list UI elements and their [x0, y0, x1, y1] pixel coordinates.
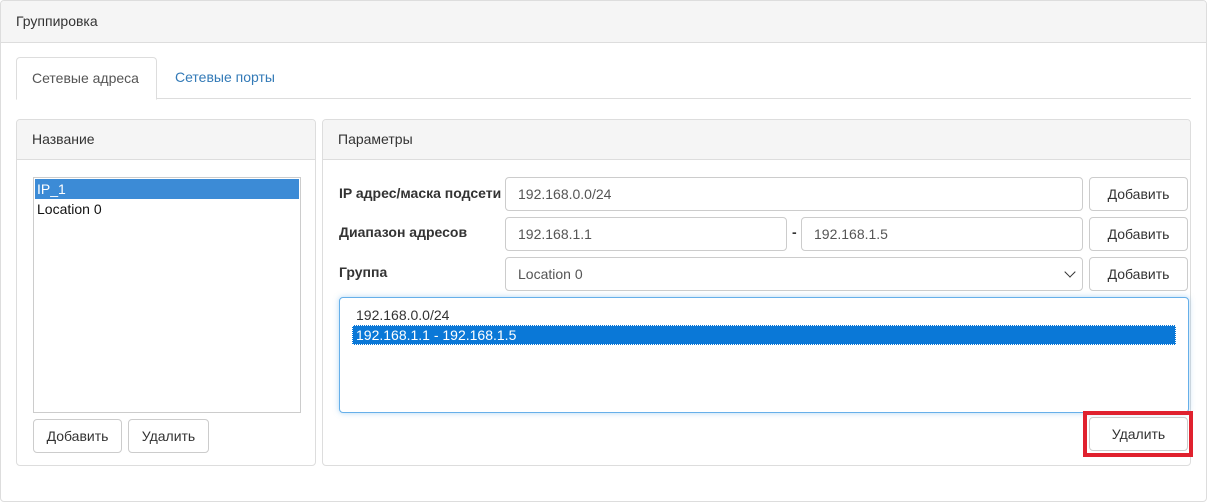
chevron-down-icon: [1064, 266, 1076, 278]
range-separator: -: [792, 224, 797, 240]
subnet-label: IP адрес/маска подсети: [339, 185, 502, 201]
panel-title: Группировка: [1, 1, 1206, 43]
delete-name-button[interactable]: Удалить: [128, 419, 209, 453]
parameters-panel: Параметры IP адрес/маска подсети 192.168…: [322, 119, 1191, 466]
names-panel-heading: Название: [17, 120, 315, 160]
names-panel: Название IP_1 Location 0 Добавить Удалит…: [16, 119, 316, 466]
list-item[interactable]: Location 0: [35, 199, 299, 219]
tab-bar: Сетевые адреса Сетевые порты: [16, 57, 1191, 100]
group-select[interactable]: Location 0: [505, 257, 1083, 291]
tab-network-ports[interactable]: Сетевые порты: [160, 57, 290, 99]
address-entries-listbox[interactable]: 192.168.0.0/24 192.168.1.1 - 192.168.1.5: [339, 297, 1189, 413]
names-listbox[interactable]: IP_1 Location 0: [33, 177, 301, 413]
parameters-panel-heading: Параметры: [323, 120, 1190, 160]
range-to-input[interactable]: 192.168.1.5: [801, 217, 1083, 251]
add-name-button[interactable]: Добавить: [33, 419, 122, 453]
add-range-button[interactable]: Добавить: [1089, 217, 1188, 251]
subnet-input[interactable]: 192.168.0.0/24: [505, 177, 1083, 211]
group-label: Группа: [339, 264, 388, 280]
delete-button-highlight: [1083, 411, 1193, 457]
range-from-input[interactable]: 192.168.1.1: [505, 217, 787, 251]
list-item[interactable]: IP_1: [35, 179, 299, 199]
list-item[interactable]: 192.168.0.0/24: [352, 305, 1176, 325]
group-select-value: Location 0: [518, 266, 583, 282]
range-label: Диапазон адресов: [339, 224, 468, 240]
add-subnet-button[interactable]: Добавить: [1089, 177, 1188, 211]
list-item[interactable]: 192.168.1.1 - 192.168.1.5: [352, 325, 1176, 345]
add-group-button[interactable]: Добавить: [1089, 257, 1188, 291]
tab-network-addresses[interactable]: Сетевые адреса: [16, 57, 157, 100]
